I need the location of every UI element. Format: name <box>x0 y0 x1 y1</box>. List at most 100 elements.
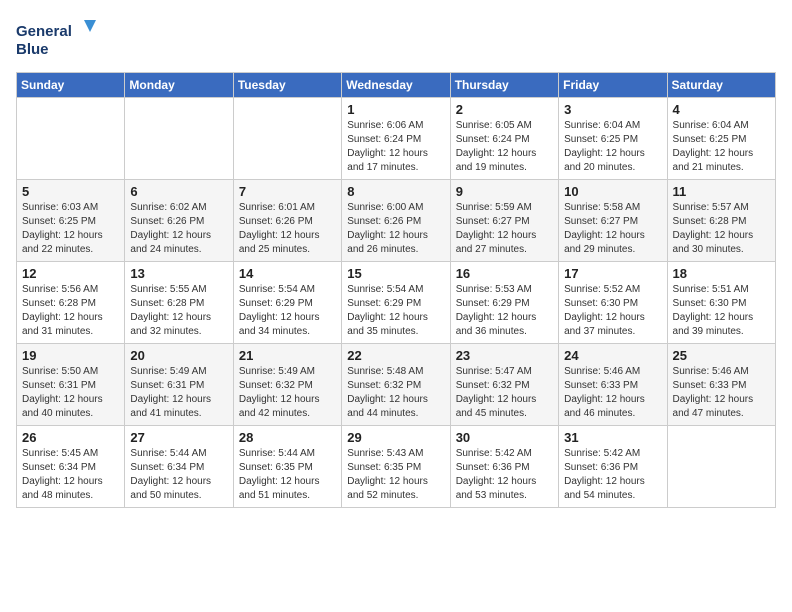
calendar-cell <box>233 98 341 180</box>
calendar-cell: 29 Sunrise: 5:43 AM Sunset: 6:35 PM Dayl… <box>342 426 450 508</box>
day-info: Sunrise: 5:42 AM Sunset: 6:36 PM Dayligh… <box>456 447 553 503</box>
day-number: 10 <box>564 184 661 199</box>
week-row-1: 1 Sunrise: 6:06 AM Sunset: 6:24 PM Dayli… <box>17 98 776 180</box>
day-number: 26 <box>22 430 119 445</box>
day-info: Sunrise: 5:48 AM Sunset: 6:32 PM Dayligh… <box>347 365 444 421</box>
day-number: 15 <box>347 266 444 281</box>
calendar-cell: 1 Sunrise: 6:06 AM Sunset: 6:24 PM Dayli… <box>342 98 450 180</box>
day-info: Sunrise: 5:43 AM Sunset: 6:35 PM Dayligh… <box>347 447 444 503</box>
weekday-header-tuesday: Tuesday <box>233 73 341 98</box>
day-number: 21 <box>239 348 336 363</box>
calendar-cell: 24 Sunrise: 5:46 AM Sunset: 6:33 PM Dayl… <box>559 344 667 426</box>
day-info: Sunrise: 5:46 AM Sunset: 6:33 PM Dayligh… <box>673 365 770 421</box>
calendar-cell: 28 Sunrise: 5:44 AM Sunset: 6:35 PM Dayl… <box>233 426 341 508</box>
calendar-cell: 3 Sunrise: 6:04 AM Sunset: 6:25 PM Dayli… <box>559 98 667 180</box>
day-info: Sunrise: 5:54 AM Sunset: 6:29 PM Dayligh… <box>239 283 336 339</box>
week-row-2: 5 Sunrise: 6:03 AM Sunset: 6:25 PM Dayli… <box>17 180 776 262</box>
day-number: 17 <box>564 266 661 281</box>
weekday-header-sunday: Sunday <box>17 73 125 98</box>
day-number: 27 <box>130 430 227 445</box>
day-number: 8 <box>347 184 444 199</box>
day-number: 31 <box>564 430 661 445</box>
day-number: 12 <box>22 266 119 281</box>
calendar-cell: 4 Sunrise: 6:04 AM Sunset: 6:25 PM Dayli… <box>667 98 775 180</box>
day-number: 6 <box>130 184 227 199</box>
logo: General Blue <box>16 16 96 60</box>
day-info: Sunrise: 5:50 AM Sunset: 6:31 PM Dayligh… <box>22 365 119 421</box>
calendar-cell: 2 Sunrise: 6:05 AM Sunset: 6:24 PM Dayli… <box>450 98 558 180</box>
day-info: Sunrise: 5:49 AM Sunset: 6:32 PM Dayligh… <box>239 365 336 421</box>
calendar-cell: 23 Sunrise: 5:47 AM Sunset: 6:32 PM Dayl… <box>450 344 558 426</box>
day-info: Sunrise: 5:52 AM Sunset: 6:30 PM Dayligh… <box>564 283 661 339</box>
calendar-cell: 26 Sunrise: 5:45 AM Sunset: 6:34 PM Dayl… <box>17 426 125 508</box>
weekday-header-saturday: Saturday <box>667 73 775 98</box>
day-number: 24 <box>564 348 661 363</box>
day-number: 16 <box>456 266 553 281</box>
calendar-cell: 9 Sunrise: 5:59 AM Sunset: 6:27 PM Dayli… <box>450 180 558 262</box>
calendar-cell: 21 Sunrise: 5:49 AM Sunset: 6:32 PM Dayl… <box>233 344 341 426</box>
week-row-5: 26 Sunrise: 5:45 AM Sunset: 6:34 PM Dayl… <box>17 426 776 508</box>
day-info: Sunrise: 5:44 AM Sunset: 6:35 PM Dayligh… <box>239 447 336 503</box>
day-info: Sunrise: 5:54 AM Sunset: 6:29 PM Dayligh… <box>347 283 444 339</box>
page-header: General Blue <box>16 16 776 60</box>
day-number: 2 <box>456 102 553 117</box>
day-number: 29 <box>347 430 444 445</box>
day-info: Sunrise: 6:04 AM Sunset: 6:25 PM Dayligh… <box>564 119 661 175</box>
calendar-cell: 5 Sunrise: 6:03 AM Sunset: 6:25 PM Dayli… <box>17 180 125 262</box>
calendar-cell: 22 Sunrise: 5:48 AM Sunset: 6:32 PM Dayl… <box>342 344 450 426</box>
day-info: Sunrise: 5:53 AM Sunset: 6:29 PM Dayligh… <box>456 283 553 339</box>
day-info: Sunrise: 5:56 AM Sunset: 6:28 PM Dayligh… <box>22 283 119 339</box>
day-info: Sunrise: 6:05 AM Sunset: 6:24 PM Dayligh… <box>456 119 553 175</box>
calendar-cell: 7 Sunrise: 6:01 AM Sunset: 6:26 PM Dayli… <box>233 180 341 262</box>
weekday-header-monday: Monday <box>125 73 233 98</box>
calendar-cell: 18 Sunrise: 5:51 AM Sunset: 6:30 PM Dayl… <box>667 262 775 344</box>
weekday-header-row: SundayMondayTuesdayWednesdayThursdayFrid… <box>17 73 776 98</box>
svg-text:General: General <box>16 23 72 40</box>
calendar-cell: 20 Sunrise: 5:49 AM Sunset: 6:31 PM Dayl… <box>125 344 233 426</box>
day-number: 9 <box>456 184 553 199</box>
day-info: Sunrise: 6:03 AM Sunset: 6:25 PM Dayligh… <box>22 201 119 257</box>
calendar-cell: 17 Sunrise: 5:52 AM Sunset: 6:30 PM Dayl… <box>559 262 667 344</box>
day-info: Sunrise: 5:57 AM Sunset: 6:28 PM Dayligh… <box>673 201 770 257</box>
calendar-cell: 25 Sunrise: 5:46 AM Sunset: 6:33 PM Dayl… <box>667 344 775 426</box>
day-number: 14 <box>239 266 336 281</box>
logo-svg: General Blue <box>16 16 96 60</box>
calendar-cell: 30 Sunrise: 5:42 AM Sunset: 6:36 PM Dayl… <box>450 426 558 508</box>
calendar-cell <box>667 426 775 508</box>
calendar-cell: 31 Sunrise: 5:42 AM Sunset: 6:36 PM Dayl… <box>559 426 667 508</box>
week-row-4: 19 Sunrise: 5:50 AM Sunset: 6:31 PM Dayl… <box>17 344 776 426</box>
calendar-cell: 12 Sunrise: 5:56 AM Sunset: 6:28 PM Dayl… <box>17 262 125 344</box>
day-number: 11 <box>673 184 770 199</box>
day-info: Sunrise: 5:46 AM Sunset: 6:33 PM Dayligh… <box>564 365 661 421</box>
day-info: Sunrise: 5:44 AM Sunset: 6:34 PM Dayligh… <box>130 447 227 503</box>
calendar-cell: 16 Sunrise: 5:53 AM Sunset: 6:29 PM Dayl… <box>450 262 558 344</box>
day-info: Sunrise: 5:45 AM Sunset: 6:34 PM Dayligh… <box>22 447 119 503</box>
day-info: Sunrise: 5:49 AM Sunset: 6:31 PM Dayligh… <box>130 365 227 421</box>
calendar-cell: 19 Sunrise: 5:50 AM Sunset: 6:31 PM Dayl… <box>17 344 125 426</box>
calendar-cell <box>125 98 233 180</box>
day-number: 23 <box>456 348 553 363</box>
calendar-cell: 10 Sunrise: 5:58 AM Sunset: 6:27 PM Dayl… <box>559 180 667 262</box>
day-number: 30 <box>456 430 553 445</box>
day-info: Sunrise: 5:51 AM Sunset: 6:30 PM Dayligh… <box>673 283 770 339</box>
calendar-table: SundayMondayTuesdayWednesdayThursdayFrid… <box>16 72 776 508</box>
week-row-3: 12 Sunrise: 5:56 AM Sunset: 6:28 PM Dayl… <box>17 262 776 344</box>
day-info: Sunrise: 5:42 AM Sunset: 6:36 PM Dayligh… <box>564 447 661 503</box>
day-number: 1 <box>347 102 444 117</box>
calendar-cell: 11 Sunrise: 5:57 AM Sunset: 6:28 PM Dayl… <box>667 180 775 262</box>
svg-text:Blue: Blue <box>16 41 49 58</box>
day-info: Sunrise: 6:06 AM Sunset: 6:24 PM Dayligh… <box>347 119 444 175</box>
day-number: 7 <box>239 184 336 199</box>
day-number: 20 <box>130 348 227 363</box>
weekday-header-friday: Friday <box>559 73 667 98</box>
day-number: 4 <box>673 102 770 117</box>
calendar-cell: 14 Sunrise: 5:54 AM Sunset: 6:29 PM Dayl… <box>233 262 341 344</box>
day-info: Sunrise: 5:58 AM Sunset: 6:27 PM Dayligh… <box>564 201 661 257</box>
day-info: Sunrise: 6:00 AM Sunset: 6:26 PM Dayligh… <box>347 201 444 257</box>
day-number: 22 <box>347 348 444 363</box>
weekday-header-thursday: Thursday <box>450 73 558 98</box>
weekday-header-wednesday: Wednesday <box>342 73 450 98</box>
day-info: Sunrise: 5:55 AM Sunset: 6:28 PM Dayligh… <box>130 283 227 339</box>
day-number: 3 <box>564 102 661 117</box>
day-number: 5 <box>22 184 119 199</box>
